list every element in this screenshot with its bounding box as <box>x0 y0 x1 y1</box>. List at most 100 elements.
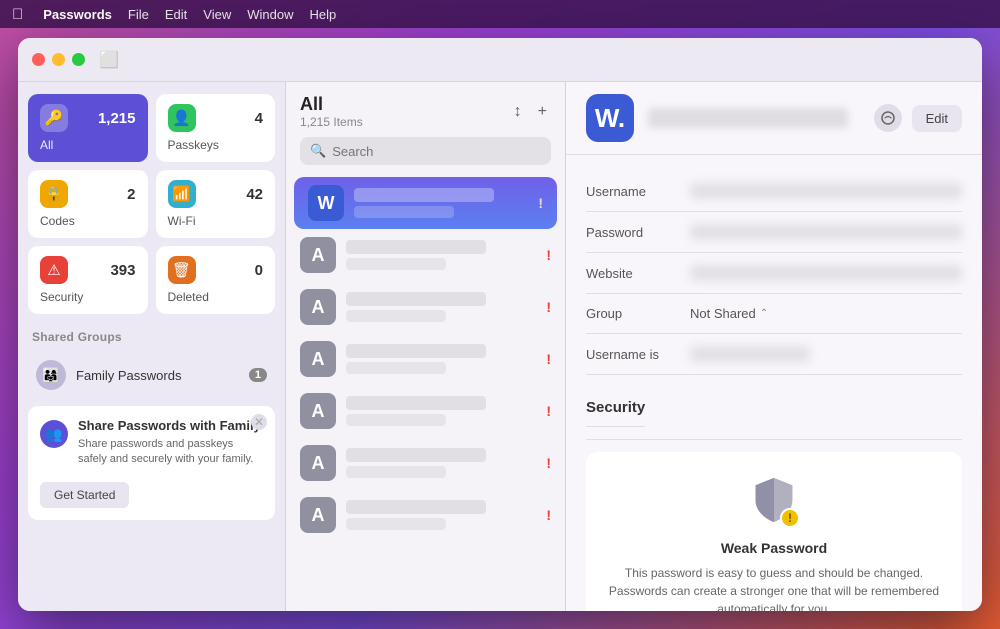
sidebar-toggle-icon[interactable]: ⬜ <box>99 50 119 70</box>
item-info <box>346 500 536 530</box>
close-button[interactable] <box>32 53 45 66</box>
item-subtitle <box>354 206 454 218</box>
item-info <box>346 240 536 270</box>
list-panel: All 1,215 Items ↕︎ + 🔍 W <box>286 82 566 611</box>
item-name <box>346 344 486 358</box>
passkeys-count: 4 <box>255 110 263 127</box>
list-item[interactable]: A ! <box>286 489 565 541</box>
sidebar-item-deleted[interactable]: 🗑 0 Deleted <box>156 246 276 314</box>
sort-button[interactable]: ↕︎ <box>510 99 526 125</box>
list-item[interactable]: A ! <box>286 333 565 385</box>
item-warning-icon: ! <box>546 455 551 471</box>
item-avatar: A <box>300 497 336 533</box>
detail-avatar: W. <box>586 94 634 142</box>
website-value <box>690 265 962 281</box>
password-value <box>690 224 962 240</box>
weak-password-title: Weak Password <box>721 540 827 556</box>
group-value[interactable]: Not Shared ⌃ <box>690 306 768 321</box>
item-avatar: A <box>300 341 336 377</box>
maximize-button[interactable] <box>72 53 85 66</box>
deleted-label: Deleted <box>168 290 264 304</box>
search-input[interactable] <box>332 144 541 159</box>
search-icon: 🔍 <box>310 143 326 159</box>
codes-count: 2 <box>127 186 135 203</box>
item-avatar: A <box>300 393 336 429</box>
item-warning-icon: ! <box>546 351 551 367</box>
promo-title: Share Passwords with Family <box>78 418 263 433</box>
touch-id-icon[interactable] <box>874 104 902 132</box>
menu-edit[interactable]: Edit <box>165 7 187 22</box>
username-is-field-row: Username is <box>586 334 962 375</box>
list-item[interactable]: A ! <box>286 229 565 281</box>
website-field-row: Website <box>586 253 962 294</box>
wifi-label: Wi-Fi <box>168 214 264 228</box>
family-passwords-group[interactable]: 👨‍👩‍👧 Family Passwords 1 <box>28 352 275 398</box>
username-field-row: Username <box>586 171 962 212</box>
item-info <box>346 448 536 478</box>
username-is-value <box>690 346 810 362</box>
list-item[interactable]: A ! <box>286 385 565 437</box>
item-info <box>354 188 528 218</box>
get-started-button[interactable]: Get Started <box>40 482 129 508</box>
content-area: 🔑 1,215 All 👤 4 Passkeys 🔒 2 <box>18 82 982 611</box>
item-warning-icon: ! <box>546 507 551 523</box>
traffic-lights <box>32 53 85 66</box>
item-name <box>346 448 486 462</box>
sidebar-item-all[interactable]: 🔑 1,215 All <box>28 94 148 162</box>
sidebar-item-security[interactable]: ⚠ 393 Security <box>28 246 148 314</box>
item-subtitle <box>346 466 446 478</box>
promo-icon: 👥 <box>40 420 68 448</box>
detail-title <box>648 108 848 128</box>
codes-label: Codes <box>40 214 136 228</box>
list-item[interactable]: A ! <box>286 281 565 333</box>
minimize-button[interactable] <box>52 53 65 66</box>
edit-button[interactable]: Edit <box>912 105 962 132</box>
item-name <box>346 500 486 514</box>
shield-container: ! <box>748 476 800 528</box>
website-label: Website <box>586 266 676 281</box>
item-avatar: A <box>300 445 336 481</box>
apple-logo-icon:  <box>12 6 23 23</box>
group-label: Group <box>586 306 676 321</box>
menu-file[interactable]: File <box>128 7 149 22</box>
menu-bar:  Passwords File Edit View Window Help <box>0 0 1000 28</box>
list-title: All <box>300 94 363 115</box>
family-group-info: Family Passwords <box>76 368 239 383</box>
item-name <box>346 292 486 306</box>
username-label: Username <box>586 184 676 199</box>
item-info <box>346 344 536 374</box>
sidebar-item-codes[interactable]: 🔒 2 Codes <box>28 170 148 238</box>
family-group-name: Family Passwords <box>76 368 239 383</box>
sidebar-item-wifi[interactable]: 📶 42 Wi-Fi <box>156 170 276 238</box>
security-icon: ⚠ <box>40 256 68 284</box>
menu-window[interactable]: Window <box>247 7 293 22</box>
sidebar-item-passkeys[interactable]: 👤 4 Passkeys <box>156 94 276 162</box>
item-info <box>346 292 536 322</box>
all-count: 1,215 <box>98 110 136 127</box>
search-box[interactable]: 🔍 <box>300 137 551 165</box>
family-group-badge: 1 <box>249 368 267 382</box>
shared-groups-label: Shared Groups <box>32 330 271 344</box>
list-item[interactable]: W ! <box>294 177 557 229</box>
group-field-row: Group Not Shared ⌃ <box>586 294 962 334</box>
security-section: Security ! Weak Password This password i… <box>586 375 962 611</box>
deleted-count: 0 <box>255 262 263 279</box>
list-header: All 1,215 Items ↕︎ + 🔍 <box>286 82 565 173</box>
item-avatar: W <box>308 185 344 221</box>
list-item[interactable]: A ! <box>286 437 565 489</box>
codes-icon: 🔒 <box>40 180 68 208</box>
weak-password-description: This password is easy to guess and shoul… <box>606 564 942 611</box>
username-value <box>690 183 962 199</box>
passkeys-label: Passkeys <box>168 138 264 152</box>
menu-help[interactable]: Help <box>309 7 336 22</box>
family-group-icon: 👨‍👩‍👧 <box>36 360 66 390</box>
wifi-icon: 📶 <box>168 180 196 208</box>
item-subtitle <box>346 362 446 374</box>
promo-close-button[interactable]: ✕ <box>251 414 267 430</box>
menu-view[interactable]: View <box>203 7 231 22</box>
add-button[interactable]: + <box>534 99 551 125</box>
item-warning-icon: ! <box>546 299 551 315</box>
item-name <box>346 240 486 254</box>
username-is-label: Username is <box>586 347 676 362</box>
main-window: ⬜ 🔑 1,215 All 👤 4 Passkeys <box>18 38 982 611</box>
